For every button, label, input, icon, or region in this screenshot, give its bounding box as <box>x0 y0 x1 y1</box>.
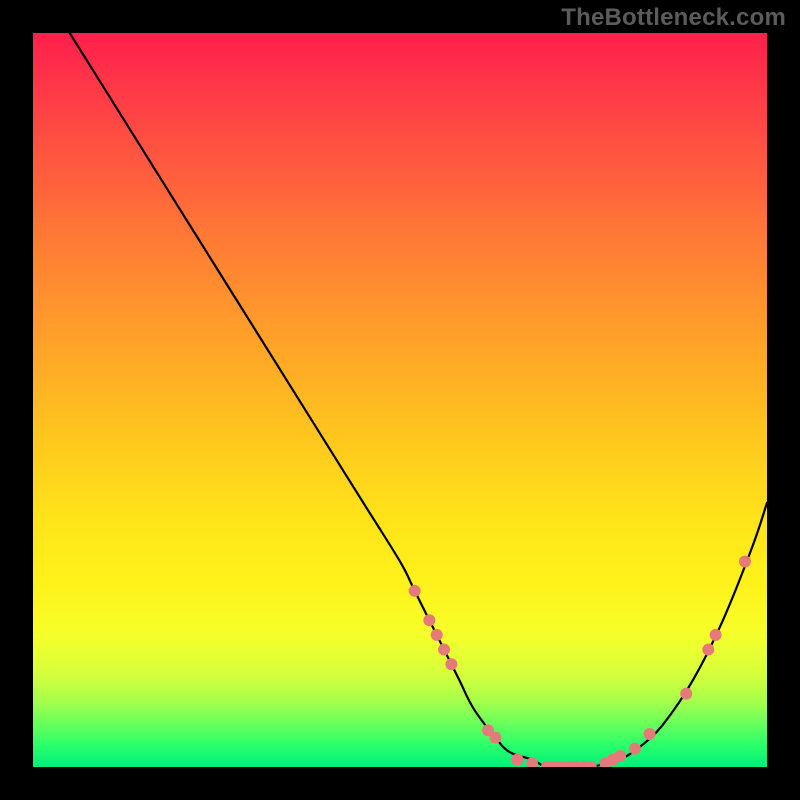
bottleneck-curve <box>70 33 767 767</box>
curve-marker <box>438 644 450 656</box>
curve-marker <box>739 555 751 567</box>
curve-markers <box>409 555 751 767</box>
curve-marker <box>629 743 641 755</box>
curve-marker <box>511 754 523 766</box>
curve-marker <box>445 658 457 670</box>
plot-area <box>33 33 767 767</box>
curve-marker <box>423 614 435 626</box>
curve-marker <box>431 629 443 641</box>
curve-marker <box>489 732 501 744</box>
watermark-text: TheBottleneck.com <box>561 4 786 32</box>
curve-marker <box>710 629 722 641</box>
curve-marker <box>702 644 714 656</box>
chart-frame: TheBottleneck.com <box>0 0 800 800</box>
curve-marker <box>614 750 626 762</box>
curve-marker <box>644 728 656 740</box>
curve-marker <box>409 585 421 597</box>
curve-layer <box>33 33 767 767</box>
curve-marker <box>680 688 692 700</box>
